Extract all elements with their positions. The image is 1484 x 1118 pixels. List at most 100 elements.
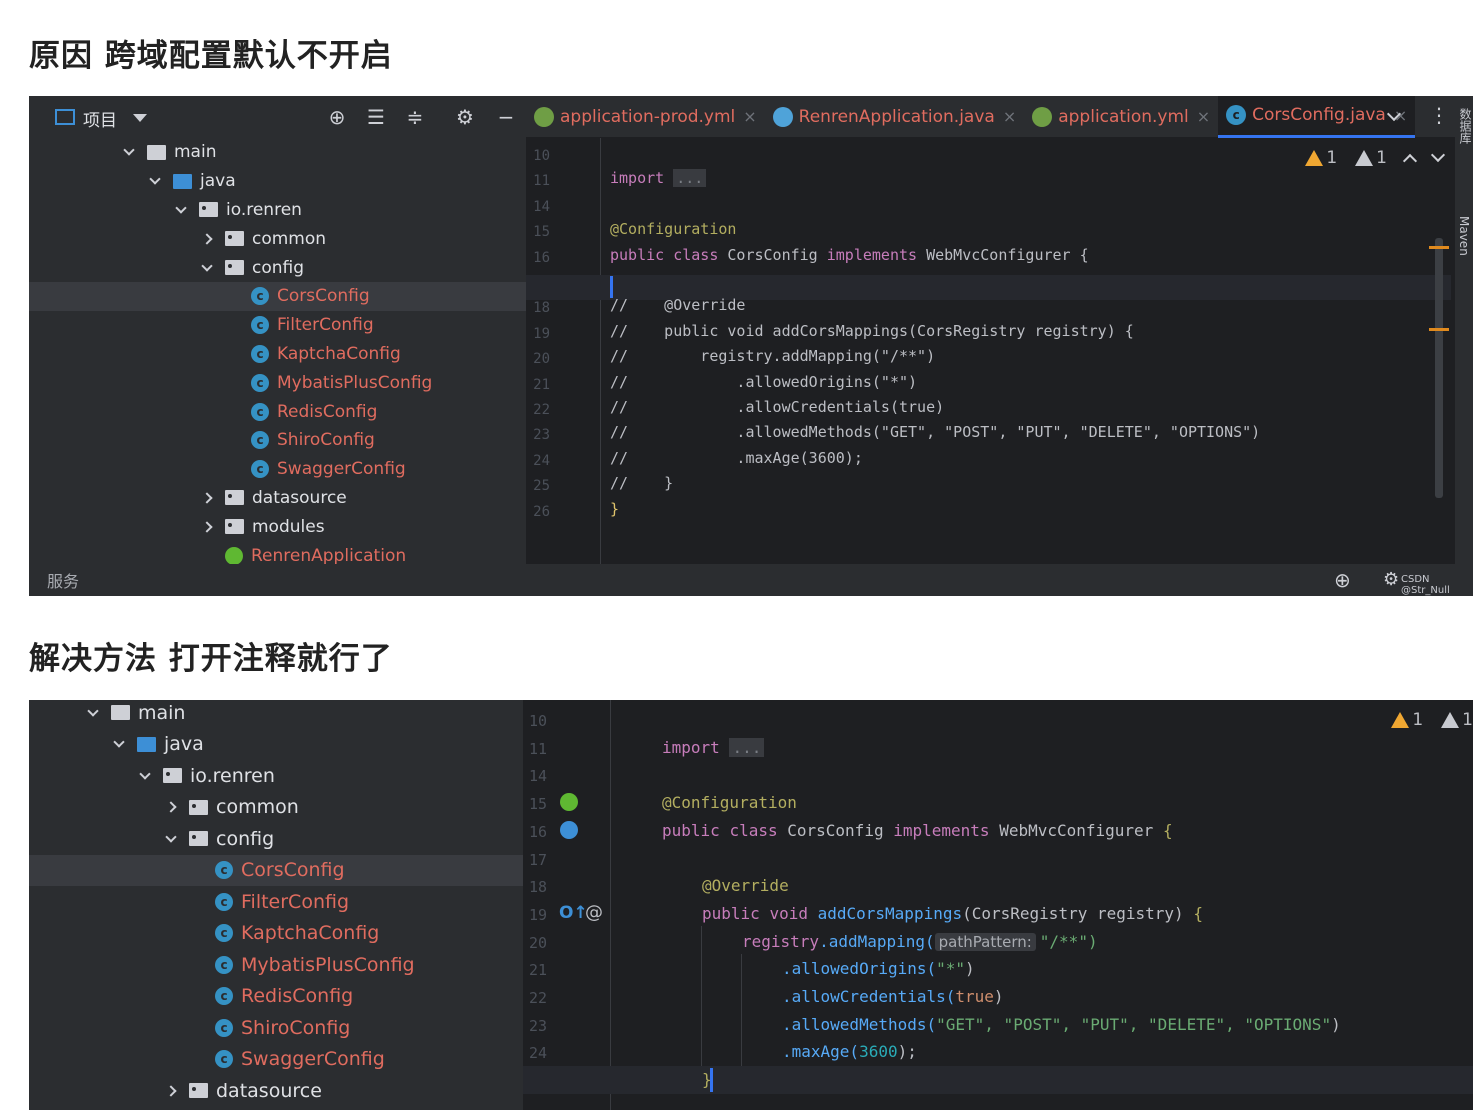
tree-item-swaggerconfig[interactable]: c SwaggerConfig bbox=[29, 1044, 535, 1076]
previous-highlight-icon[interactable] bbox=[1402, 153, 1418, 169]
override-method-icon[interactable]: O↑ bbox=[559, 903, 588, 923]
tool-window-maven[interactable]: Maven bbox=[1457, 216, 1471, 256]
tree-item-mybatisplusconfig[interactable]: c MybatisPlusConfig bbox=[29, 368, 537, 397]
code-line[interactable]: @Override bbox=[702, 876, 789, 895]
chevron-right-icon[interactable] bbox=[201, 492, 213, 504]
chevron-down-icon[interactable] bbox=[113, 736, 125, 748]
tab-corsconfig-java[interactable]: c CorsConfig.java × bbox=[1218, 96, 1416, 138]
code-line[interactable]: // @Override bbox=[610, 296, 745, 314]
tree-item-modules[interactable]: modules bbox=[29, 512, 537, 541]
code-line[interactable]: @Configuration bbox=[662, 793, 797, 812]
code-line[interactable]: // public void addCorsMappings(CorsRegis… bbox=[610, 322, 1134, 340]
tree-item-filterconfig[interactable]: c FilterConfig bbox=[29, 886, 535, 918]
code-line[interactable]: } bbox=[610, 500, 619, 518]
tree-item-io.renren[interactable]: io.renren bbox=[29, 196, 537, 225]
expand-all-icon[interactable]: ☰ bbox=[365, 106, 387, 128]
tree-item-shiroconfig[interactable]: c ShiroConfig bbox=[29, 1012, 535, 1044]
project-view-icon[interactable] bbox=[55, 109, 75, 125]
spring-config-icon[interactable] bbox=[560, 821, 578, 839]
close-icon[interactable]: × bbox=[1003, 107, 1016, 126]
tree-item-shiroconfig[interactable]: c ShiroConfig bbox=[29, 426, 537, 455]
tab-application-yml[interactable]: application.yml × bbox=[1024, 96, 1218, 138]
close-icon[interactable]: × bbox=[1197, 107, 1210, 126]
next-highlight-icon[interactable] bbox=[1430, 147, 1446, 163]
chevron-down-icon[interactable] bbox=[175, 202, 187, 214]
tree-item-swaggerconfig[interactable]: c SwaggerConfig bbox=[29, 455, 537, 484]
chevron-right-icon[interactable] bbox=[165, 1085, 177, 1097]
locate-icon[interactable]: ⊕ bbox=[326, 106, 348, 128]
warning-marker[interactable] bbox=[1429, 328, 1449, 331]
warning-marker[interactable] bbox=[1429, 246, 1449, 249]
tree-item-config[interactable]: config bbox=[29, 253, 537, 282]
inspection-widget[interactable]: 1 1 bbox=[1391, 710, 1473, 730]
code-line[interactable]: import ... bbox=[610, 169, 707, 188]
tree-item-datasource[interactable]: datasource bbox=[29, 484, 537, 513]
chevron-down-icon[interactable] bbox=[149, 173, 161, 185]
more-options-icon[interactable]: ⋮ bbox=[1429, 105, 1449, 125]
code-line[interactable]: import ... bbox=[662, 737, 765, 757]
annotation-at-icon[interactable]: @ bbox=[585, 902, 603, 923]
code-line[interactable]: // .allowedOrigins("*") bbox=[610, 373, 917, 391]
warning-count[interactable]: 1 bbox=[1305, 148, 1337, 168]
code-line[interactable]: .allowedMethods("GET", "POST", "PUT", "D… bbox=[782, 1015, 1341, 1034]
tree-item-main[interactable]: main bbox=[29, 138, 537, 167]
editor-scrollbar[interactable] bbox=[1435, 238, 1443, 498]
tab-renrenapplication-java[interactable]: RenrenApplication.java × bbox=[765, 96, 1025, 138]
chevron-down-icon[interactable] bbox=[133, 114, 147, 122]
chevron-down-icon[interactable] bbox=[123, 144, 135, 157]
gear-icon[interactable]: ⚙ bbox=[1383, 569, 1399, 590]
gear-icon[interactable]: ⚙ bbox=[454, 106, 476, 128]
close-icon[interactable]: × bbox=[743, 107, 756, 126]
code-line[interactable]: .allowCredentials(true) bbox=[782, 987, 1004, 1006]
folded-imports[interactable]: ... bbox=[673, 169, 707, 188]
inspection-widget[interactable]: 1 1 bbox=[1305, 147, 1451, 169]
chevron-down-icon[interactable] bbox=[139, 768, 151, 780]
tree-item-mybatisplusconfig[interactable]: c MybatisPlusConfig bbox=[29, 949, 535, 981]
tree-item-kaptchaconfig[interactable]: c KaptchaConfig bbox=[29, 918, 535, 950]
tree-item-renrenapplication[interactable]: RenrenApplication bbox=[29, 541, 537, 564]
tree-item-kaptchaconfig[interactable]: c KaptchaConfig bbox=[29, 340, 537, 369]
code-line[interactable]: public class CorsConfig implements WebMv… bbox=[662, 821, 1173, 840]
chevron-right-icon[interactable] bbox=[165, 801, 177, 813]
code-line[interactable]: // .allowedMethods("GET", "POST", "PUT",… bbox=[610, 423, 1260, 441]
tree-item-main[interactable]: main bbox=[29, 700, 535, 729]
chevron-right-icon[interactable] bbox=[201, 233, 213, 245]
code-line[interactable]: public class CorsConfig implements WebMv… bbox=[610, 246, 1089, 264]
tree-item-common[interactable]: common bbox=[29, 224, 537, 253]
weak-warning-count[interactable]: 1 bbox=[1355, 148, 1387, 168]
code-line[interactable]: @Configuration bbox=[610, 220, 736, 238]
code-line[interactable]: // registry.addMapping("/**") bbox=[610, 347, 935, 365]
tree-item-redisconfig[interactable]: c RedisConfig bbox=[29, 981, 535, 1013]
chevron-right-icon[interactable] bbox=[201, 521, 213, 533]
tab-application-prod-yml[interactable]: application-prod.yml × bbox=[526, 96, 765, 138]
code-line[interactable]: .maxAge(3600); bbox=[782, 1042, 917, 1061]
chevron-down-icon[interactable] bbox=[87, 705, 99, 717]
tree-item-java[interactable]: java bbox=[29, 167, 537, 196]
code-line[interactable]: registry.addMapping(pathPattern: "/**") bbox=[742, 932, 1098, 951]
chevron-down-icon[interactable] bbox=[165, 831, 177, 843]
tree-item-datasource[interactable]: datasource bbox=[29, 1075, 535, 1107]
project-label[interactable]: 项目 bbox=[83, 106, 117, 131]
tree-item-corsconfig[interactable]: c CorsConfig bbox=[29, 854, 535, 886]
code-line[interactable]: public void addCorsMappings(CorsRegistry… bbox=[702, 904, 1203, 923]
tree-item-common[interactable]: common bbox=[29, 792, 535, 824]
weak-warning-count[interactable]: 1 bbox=[1441, 710, 1473, 730]
tree-item-io.renren[interactable]: io.renren bbox=[29, 760, 535, 792]
code-line[interactable]: .allowedOrigins("*") bbox=[782, 959, 975, 978]
tree-item-corsconfig[interactable]: c CorsConfig bbox=[29, 282, 537, 311]
tree-item-redisconfig[interactable]: c RedisConfig bbox=[29, 397, 537, 426]
minimize-icon[interactable]: − bbox=[495, 106, 517, 128]
tree-item-filterconfig[interactable]: c FilterConfig bbox=[29, 311, 537, 340]
services-label[interactable]: 服务 bbox=[47, 568, 79, 592]
code-editor[interactable]: 101114151617181920212223242526 import ..… bbox=[526, 138, 1451, 564]
warning-count[interactable]: 1 bbox=[1391, 710, 1423, 730]
code-line[interactable]: // } bbox=[610, 474, 673, 492]
code-line[interactable]: // .maxAge(3600); bbox=[610, 449, 863, 467]
tool-window-database[interactable]: 数据库 bbox=[1457, 108, 1473, 144]
spring-bean-icon[interactable] bbox=[560, 793, 578, 811]
collapse-all-icon[interactable]: ≑ bbox=[404, 106, 426, 128]
tree-item-java[interactable]: java bbox=[29, 729, 535, 761]
locate-icon[interactable]: ⊕ bbox=[1334, 568, 1351, 592]
chevron-down-icon[interactable] bbox=[201, 259, 213, 272]
code-line[interactable]: // .allowCredentials(true) bbox=[610, 398, 944, 416]
